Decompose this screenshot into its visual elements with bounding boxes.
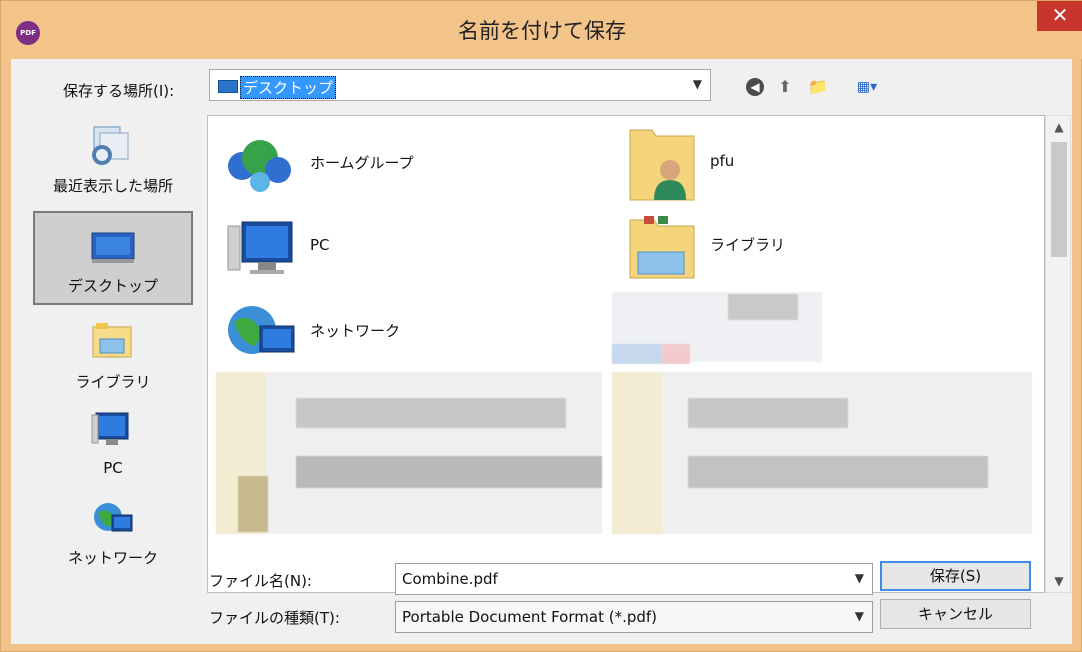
- place-label: 最近表示した場所: [52, 177, 173, 195]
- recent-places-icon: [92, 126, 129, 165]
- desktop-folder-icon: [218, 80, 238, 93]
- redacted-block: [728, 294, 798, 320]
- file-name-input[interactable]: Combine.pdf ▼: [395, 563, 873, 595]
- scroll-up-icon[interactable]: ▲: [1046, 120, 1072, 134]
- file-item-label: pfu: [710, 152, 735, 170]
- dialog-body: 保存する場所(I): デスクトップ ▼ ◀ ⬆ 📁 ▦▾ 最近表示した場所 デス…: [11, 59, 1072, 644]
- place-label: PC: [103, 459, 123, 477]
- redacted-block: [612, 372, 662, 534]
- new-folder-icon[interactable]: 📁: [808, 78, 828, 96]
- pc-icon: [227, 221, 293, 274]
- file-list[interactable]: ホームグループ pfu PC ライブラリ ネットワーク: [207, 115, 1045, 593]
- place-network[interactable]: ネットワーク: [33, 485, 193, 575]
- redacted-block: [688, 456, 988, 488]
- libraries-icon: [629, 216, 695, 279]
- file-item-label: ホームグループ: [310, 154, 414, 172]
- list-item[interactable]: ホームグループ: [212, 124, 608, 204]
- file-name-value: Combine.pdf: [402, 570, 498, 588]
- chevron-down-icon[interactable]: ▼: [855, 609, 864, 623]
- dialog-title: 名前を付けて保存: [458, 19, 626, 43]
- redacted-block: [612, 344, 662, 364]
- file-type-value: Portable Document Format (*.pdf): [402, 608, 658, 626]
- network-icon: [94, 503, 133, 532]
- save-as-dialog: PDF 名前を付けて保存 ✕ 保存する場所(I): デスクトップ ▼ ◀ ⬆ 📁…: [0, 0, 1082, 652]
- homegroup-icon: [228, 140, 291, 192]
- pc-icon: [91, 412, 129, 445]
- save-button[interactable]: 保存(S): [880, 561, 1031, 591]
- file-item-label: ライブラリ: [710, 236, 786, 254]
- redacted-item: [216, 372, 602, 534]
- place-label: ライブラリ: [75, 373, 151, 391]
- redacted-block: [238, 476, 268, 532]
- list-item[interactable]: ライブラリ: [612, 206, 1008, 286]
- network-icon: [228, 306, 295, 354]
- up-folder-icon[interactable]: ⬆: [776, 78, 794, 96]
- file-type-select[interactable]: Portable Document Format (*.pdf) ▼: [395, 601, 873, 633]
- chevron-down-icon[interactable]: ▼: [855, 571, 864, 585]
- libraries-icon: [92, 323, 132, 358]
- place-label: ネットワーク: [67, 549, 158, 567]
- back-icon[interactable]: ◀: [746, 78, 764, 96]
- close-button[interactable]: ✕: [1037, 1, 1082, 31]
- file-item-label: ネットワーク: [310, 322, 401, 340]
- places-bar: 最近表示した場所 デスクトップ ライブラリ PC ネットワーク: [33, 113, 193, 644]
- redacted-item: [612, 372, 1032, 534]
- file-item-label: PC: [310, 236, 330, 254]
- place-pc[interactable]: PC: [33, 397, 193, 483]
- scroll-down-icon[interactable]: ▼: [1046, 574, 1072, 588]
- place-libraries[interactable]: ライブラリ: [33, 309, 193, 395]
- file-type-label: ファイルの種類(T):: [209, 609, 340, 627]
- redacted-block: [688, 398, 848, 428]
- list-item[interactable]: PC: [212, 208, 608, 288]
- place-desktop[interactable]: デスクトップ: [33, 211, 193, 305]
- place-recent[interactable]: 最近表示した場所: [33, 113, 193, 207]
- list-item[interactable]: pfu: [612, 116, 1008, 204]
- chevron-down-icon[interactable]: ▼: [693, 77, 702, 91]
- save-location-value: デスクトップ: [240, 76, 337, 99]
- list-item[interactable]: ネットワーク: [212, 292, 608, 372]
- file-name-label: ファイル名(N):: [209, 572, 312, 590]
- redacted-block: [296, 398, 566, 428]
- title-bar[interactable]: PDF 名前を付けて保存 ✕: [1, 1, 1082, 59]
- save-location-dropdown[interactable]: デスクトップ ▼: [209, 69, 711, 101]
- desktop-icon: [91, 232, 135, 263]
- view-menu-icon[interactable]: ▦▾: [854, 78, 880, 96]
- cancel-button[interactable]: キャンセル: [880, 599, 1031, 629]
- user-folder-icon: [629, 129, 695, 201]
- save-location-label: 保存する場所(I):: [63, 82, 175, 100]
- scroll-thumb[interactable]: [1051, 142, 1067, 257]
- redacted-block: [296, 456, 602, 488]
- place-label: デスクトップ: [67, 277, 158, 295]
- redacted-block: [662, 344, 690, 364]
- vertical-scrollbar[interactable]: ▲ ▼: [1045, 115, 1071, 593]
